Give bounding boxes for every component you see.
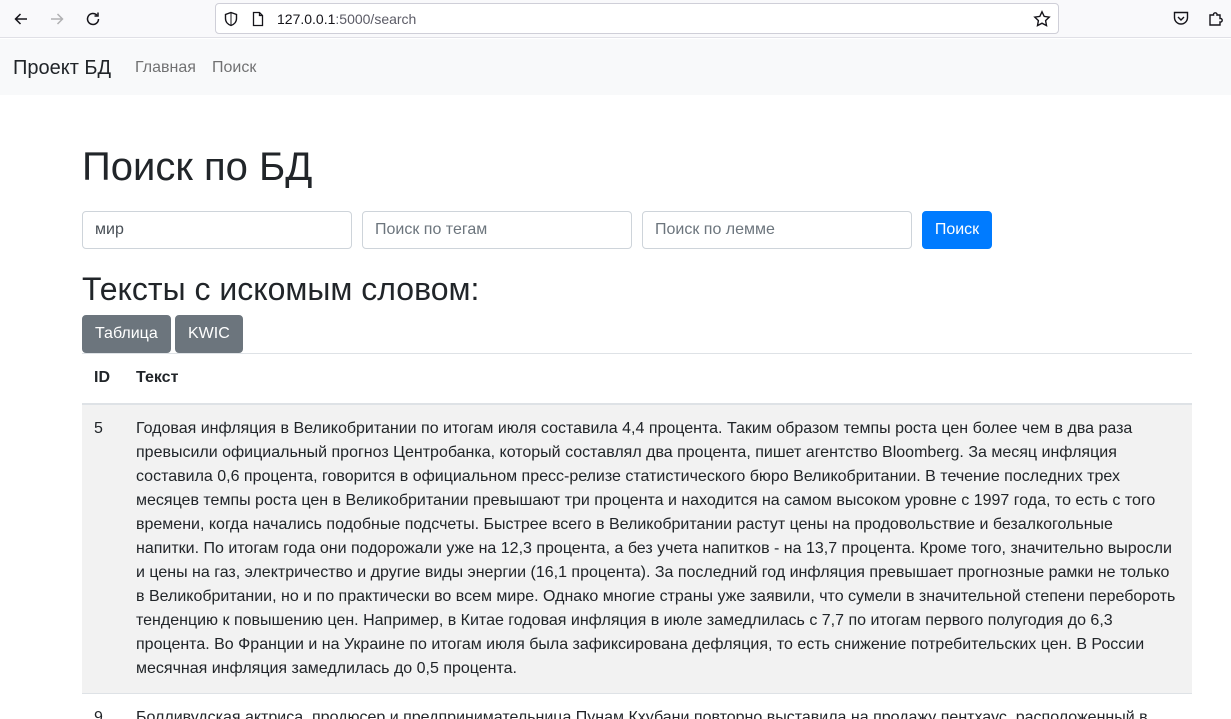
app-navbar: Проект БД Главная Поиск [0,39,1231,95]
nav-link-search[interactable]: Поиск [212,58,256,78]
table-row: 9 Болливудская актриса, продюсер и предп… [82,692,1192,719]
table-view-button[interactable]: Таблица [82,315,171,353]
lemma-search-input[interactable] [642,211,912,249]
tags-search-input[interactable] [362,211,632,249]
kwic-view-button[interactable]: KWIC [175,315,243,353]
reload-icon[interactable] [80,6,106,32]
extensions-icon[interactable] [1207,9,1225,27]
browser-toolbar: 127.0.0.1:5000/search [0,0,1231,38]
url-text[interactable]: 127.0.0.1:5000/search [277,11,416,27]
pocket-icon[interactable] [1172,9,1190,27]
url-host: 127.0.0.1 [277,11,336,27]
row-text: Годовая инфляция в Великобритании по ито… [124,403,1192,693]
header-text: Текст [124,353,1192,405]
word-search-input[interactable] [82,211,352,249]
table-row: 5 Годовая инфляция в Великобритании по и… [82,403,1192,693]
search-button[interactable]: Поиск [922,211,992,249]
row-text: Болливудская актриса, продюсер и предпри… [124,692,1192,719]
results-table: ID Текст 5 Годовая инфляция в Великобрит… [82,353,1192,719]
navbar-brand[interactable]: Проект БД [13,56,111,80]
shield-icon[interactable] [223,11,239,27]
nav-link-home[interactable]: Главная [135,58,196,78]
row-id: 5 [82,403,124,693]
results-title: Тексты с искомым словом: [82,271,480,307]
forward-icon[interactable] [44,6,70,32]
header-id: ID [82,353,124,405]
bookmark-star-icon[interactable] [1033,10,1051,28]
row-id: 9 [82,692,124,719]
page-title: Поиск по БД [82,145,313,189]
address-bar[interactable]: 127.0.0.1:5000/search [215,3,1059,34]
page-icon [252,11,264,27]
back-icon[interactable] [8,6,34,32]
table-header-row: ID Текст [82,353,1192,405]
url-path: :5000/search [335,11,417,27]
